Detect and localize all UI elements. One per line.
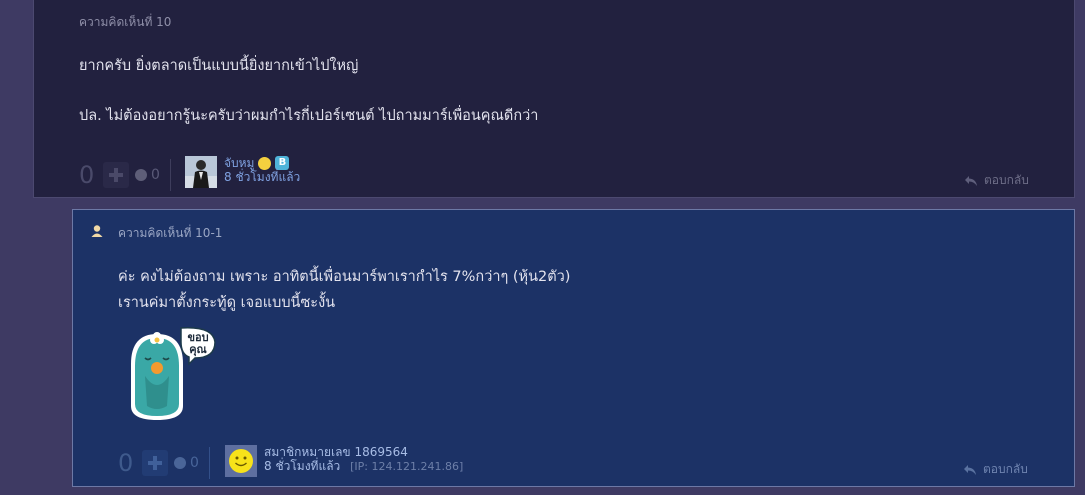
- user-icon: [91, 225, 103, 237]
- comment-text-line: ปล. ไม่ต้องอยากรู้นะครับว่าผมกำไรกี่เปอร…: [79, 108, 539, 124]
- post-time: 8 ชั่วโมงที่แล้ว: [224, 170, 301, 184]
- vote-plus-button[interactable]: [103, 162, 129, 188]
- comment-header: ความคิดเห็นที่ 10: [79, 15, 172, 29]
- author-block: จับหมู B 8 ชั่วโมงที่แล้ว: [185, 156, 300, 188]
- divider: [169, 159, 171, 191]
- vote-count: 0: [118, 449, 134, 477]
- emotion-count: 0: [151, 167, 160, 183]
- avatar[interactable]: [185, 156, 217, 188]
- reply-arrow-icon: [965, 175, 977, 186]
- emotion-icon: [174, 457, 186, 469]
- reply-button[interactable]: ตอบกลับ: [963, 460, 1028, 479]
- vote-count: 0: [79, 161, 95, 189]
- vote-area: 0 0: [79, 159, 171, 191]
- author-block: สมาชิกหมายเลข 1869564 8 ชั่วโมงที่แล้ว […: [225, 445, 463, 477]
- comment-10-1: ความคิดเห็นที่ 10-1 ค่ะ คงไม่ต้องถาม เพร…: [72, 209, 1075, 487]
- thank-you-sticker: ขอบ คุณ: [131, 327, 216, 420]
- emotion-icon: [135, 169, 147, 181]
- reply-button[interactable]: ตอบกลับ: [964, 171, 1029, 190]
- comment-text-line: ค่ะ คงไม่ต้องถาม เพราะ อาทิตนี้เพื่อนมาร…: [118, 269, 571, 285]
- author-name-link[interactable]: จับหมู: [224, 156, 254, 170]
- reply-label: ตอบกลับ: [983, 462, 1028, 476]
- sticker-text: คุณ: [189, 343, 207, 357]
- post-time: 8 ชั่วโมงที่แล้ว: [264, 459, 341, 473]
- divider: [208, 447, 210, 479]
- comment-header: ความคิดเห็นที่ 10-1: [118, 226, 223, 240]
- comment-text-line: เรานค่มาตั้งกระทู้ดู เจอแบบนี้ซะงั้น: [118, 295, 336, 311]
- emotion-button[interactable]: 0: [174, 455, 199, 471]
- emotion-count: 0: [190, 455, 199, 471]
- plus-icon: [148, 456, 162, 470]
- emotion-button[interactable]: 0: [135, 167, 160, 183]
- comment-10: ความคิดเห็นที่ 10 ยากครับ ยิ่งตลาดเป็นแบ…: [33, 0, 1075, 198]
- badge-icon: B: [275, 156, 290, 170]
- avatar[interactable]: [225, 445, 257, 477]
- comment-text-line: ยากครับ ยิ่งตลาดเป็นแบบนี้ยิ่งยากเข้าไปใ…: [79, 58, 359, 74]
- reply-label: ตอบกลับ: [984, 173, 1029, 187]
- reply-arrow-icon: [964, 464, 976, 475]
- vote-area: 0 0: [118, 447, 210, 479]
- author-name-link[interactable]: สมาชิกหมายเลข 1869564: [264, 445, 408, 459]
- vote-plus-button[interactable]: [142, 450, 168, 476]
- plus-icon: [109, 168, 123, 182]
- ip-address: [IP: 124.121.241.86]: [350, 460, 464, 473]
- laughing-emoji-icon: [258, 156, 272, 170]
